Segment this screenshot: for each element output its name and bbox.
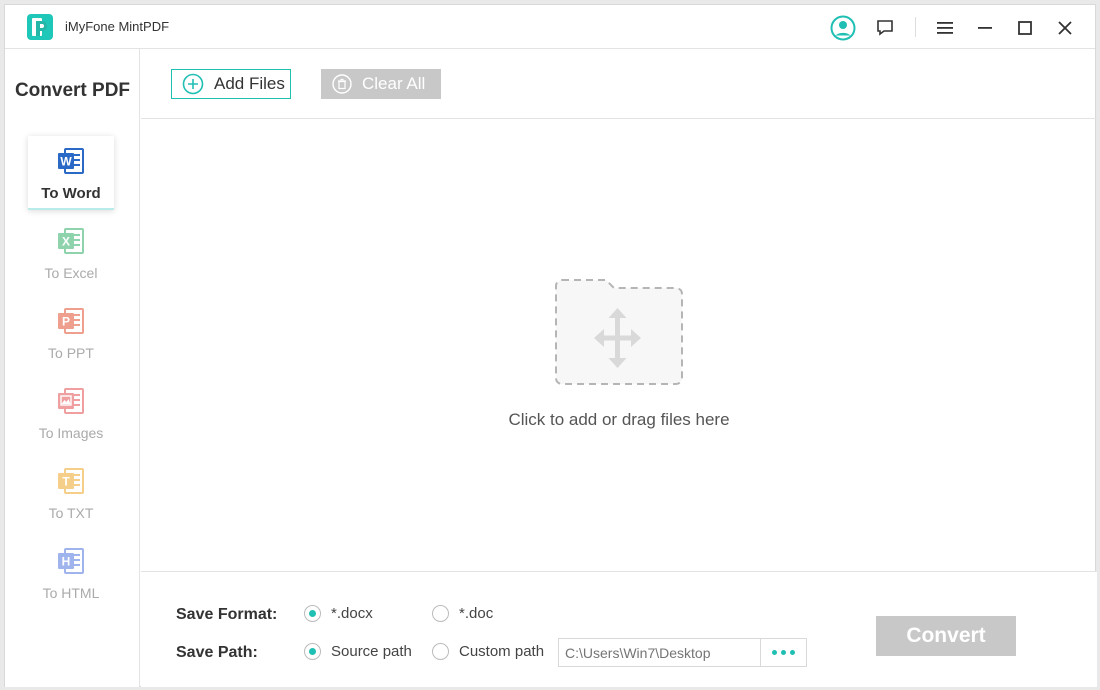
sidebar-item-word[interactable]: W To Word — [28, 136, 114, 210]
svg-text:T: T — [62, 475, 70, 489]
minimize-icon[interactable] — [972, 15, 998, 41]
add-files-label: Add Files — [214, 74, 285, 93]
sidebar-title: Convert PDF — [14, 80, 131, 101]
source-path-radio[interactable]: Source path — [304, 643, 412, 660]
sidebar-item-excel[interactable]: X To Excel — [28, 216, 114, 290]
sidebar-item-txt[interactable]: T To TXT — [28, 456, 114, 530]
account-icon[interactable] — [830, 15, 856, 41]
sidebar-item-html[interactable]: H To HTML — [28, 536, 114, 610]
custom-path-input[interactable] — [558, 638, 760, 667]
format-doc-label: *.doc — [459, 605, 494, 622]
sidebar-item-ppt[interactable]: P To PPT — [28, 296, 114, 370]
browse-path-button[interactable] — [760, 638, 807, 667]
add-files-button[interactable]: Add Files — [171, 69, 291, 99]
txt-icon: T — [58, 468, 84, 494]
svg-text:X: X — [62, 235, 70, 249]
format-docx-radio[interactable]: *.docx — [304, 605, 373, 622]
ppt-icon: P — [58, 308, 84, 334]
excel-icon: X — [58, 228, 84, 254]
svg-text:W: W — [60, 155, 72, 169]
close-icon[interactable] — [1052, 15, 1078, 41]
dot-icon — [790, 650, 795, 655]
save-format-label: Save Format: — [176, 606, 278, 623]
clear-all-button[interactable]: Clear All — [321, 69, 441, 99]
clear-all-label: Clear All — [362, 74, 426, 93]
image-icon — [58, 388, 84, 414]
custom-path-radio[interactable]: Custom path — [432, 643, 544, 660]
title-bar: iMyFone MintPDF — [5, 5, 1095, 49]
word-icon: W — [58, 148, 84, 174]
app-logo-icon — [27, 14, 53, 40]
titlebar-separator — [915, 17, 916, 37]
maximize-icon[interactable] — [1012, 15, 1038, 41]
custom-path-label: Custom path — [459, 643, 545, 660]
save-settings-panel: Save Format: *.docx *.doc Save Path: Sou… — [141, 571, 1097, 687]
dot-icon — [781, 650, 786, 655]
toolbar: Add Files Clear All — [141, 49, 1097, 119]
dot-icon — [772, 650, 777, 655]
trash-icon — [332, 74, 352, 94]
convert-button[interactable]: Convert — [876, 616, 1016, 656]
menu-icon[interactable] — [932, 15, 958, 41]
sidebar-item-images[interactable]: To Images — [28, 376, 114, 450]
sidebar-item-label: To Excel — [44, 265, 98, 281]
radio-selected-icon — [304, 643, 321, 660]
radio-selected-icon — [304, 605, 321, 622]
app-window: iMyFone MintPDF Convert PDF W To Word X … — [4, 4, 1097, 687]
drop-hint: Click to add or drag files here — [508, 410, 730, 429]
app-title: iMyFone MintPDF — [65, 19, 170, 34]
file-drop-zone[interactable]: Click to add or drag files here — [141, 120, 1097, 570]
sidebar: Convert PDF W To Word X To Excel P To PP… — [5, 49, 140, 687]
format-docx-label: *.docx — [331, 605, 373, 622]
sidebar-item-label: To PPT — [48, 345, 94, 361]
sidebar-item-label: To Images — [38, 425, 104, 441]
add-circle-icon — [182, 73, 204, 95]
radio-unselected-icon — [432, 643, 449, 660]
svg-text:P: P — [62, 315, 70, 329]
save-path-label: Save Path: — [176, 644, 258, 661]
sidebar-item-label: To TXT — [48, 505, 94, 521]
folder-move-icon — [555, 279, 683, 385]
format-doc-radio[interactable]: *.doc — [432, 605, 493, 622]
feedback-icon[interactable] — [872, 15, 898, 41]
svg-text:H: H — [62, 555, 71, 569]
radio-unselected-icon — [432, 605, 449, 622]
sidebar-item-label: To HTML — [42, 585, 100, 601]
source-path-label: Source path — [331, 643, 412, 660]
sidebar-item-label: To Word — [41, 185, 101, 202]
html-icon: H — [58, 548, 84, 574]
